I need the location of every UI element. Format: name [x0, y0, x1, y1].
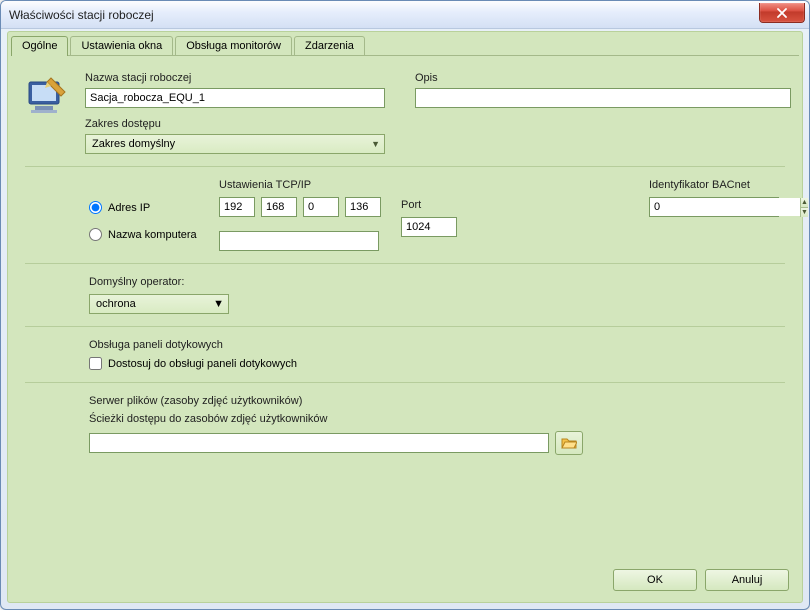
divider: [25, 326, 785, 327]
tab-general[interactable]: Ogólne: [11, 36, 68, 56]
radio-ip-label: Adres IP: [108, 202, 150, 214]
port-label: Port: [401, 199, 457, 211]
fileserver-path-label: Ścieżki dostępu do zasobów zdjęć użytkow…: [89, 413, 327, 425]
ok-button[interactable]: OK: [613, 569, 697, 591]
dialog-window: Właściwości stacji roboczej Ogólne Ustaw…: [0, 0, 810, 610]
browse-button[interactable]: [555, 431, 583, 455]
tabstrip: Ogólne Ustawienia okna Obsługa monitorów…: [8, 32, 802, 55]
tab-window-settings[interactable]: Ustawienia okna: [70, 36, 173, 56]
chevron-down-icon: ▼: [371, 139, 380, 149]
desc-label: Opis: [415, 72, 791, 84]
port-input[interactable]: [401, 217, 457, 237]
hostname-input[interactable]: [219, 231, 379, 251]
radio-hostname-label: Nazwa komputera: [108, 229, 197, 241]
spinner-down-icon[interactable]: ▼: [801, 208, 808, 217]
window-title: Właściwości stacji roboczej: [9, 8, 154, 22]
chevron-down-icon: ▼: [213, 298, 224, 310]
scope-select[interactable]: Zakres domyślny ▼: [85, 134, 385, 154]
name-input[interactable]: [85, 88, 385, 108]
operator-select[interactable]: ochrona ▼: [89, 294, 229, 314]
fileserver-path-input[interactable]: [89, 433, 549, 453]
divider: [25, 382, 785, 383]
desc-input[interactable]: [415, 88, 791, 108]
spinner-up-icon[interactable]: ▲: [801, 198, 808, 208]
folder-icon: [561, 436, 577, 450]
titlebar: Właściwości stacji roboczej: [1, 1, 809, 29]
close-button[interactable]: [759, 3, 805, 23]
divider: [25, 166, 785, 167]
radio-hostname-input[interactable]: [89, 228, 102, 241]
fileserver-header: Serwer plików (zasoby zdjęć użytkowników…: [89, 395, 302, 407]
touch-checkbox-row[interactable]: Dostosuj do obsługi paneli dotykowych: [89, 357, 779, 370]
workstation-icon: [25, 72, 69, 120]
touch-checkbox-label: Dostosuj do obsługi paneli dotykowych: [108, 358, 297, 370]
radio-ip-input[interactable]: [89, 201, 102, 214]
ip-octet-4[interactable]: [345, 197, 381, 217]
tabpanel-general: Nazwa stacji roboczej Zakres dostępu Zak…: [11, 55, 799, 599]
touch-checkbox[interactable]: [89, 357, 102, 370]
ip-octet-2[interactable]: [261, 197, 297, 217]
radio-hostname[interactable]: Nazwa komputera: [89, 228, 219, 241]
bacnet-label: Identyfikator BACnet: [649, 179, 779, 191]
operator-label: Domyślny operator:: [89, 276, 184, 288]
touch-header: Obsługa paneli dotykowych: [89, 339, 223, 351]
tab-events[interactable]: Zdarzenia: [294, 36, 365, 56]
bacnet-spinner[interactable]: ▲ ▼: [649, 197, 779, 217]
name-label: Nazwa stacji roboczej: [85, 72, 385, 84]
scope-label: Zakres dostępu: [85, 118, 385, 130]
close-icon: [777, 8, 787, 18]
dialog-body: Ogólne Ustawienia okna Obsługa monitorów…: [7, 31, 803, 603]
operator-value: ochrona: [96, 298, 136, 310]
divider: [25, 263, 785, 264]
scope-value: Zakres domyślny: [92, 138, 175, 150]
radio-ip[interactable]: Adres IP: [89, 201, 219, 214]
bacnet-value[interactable]: [650, 198, 800, 216]
cancel-button[interactable]: Anuluj: [705, 569, 789, 591]
tab-monitors[interactable]: Obsługa monitorów: [175, 36, 292, 56]
ip-octet-3[interactable]: [303, 197, 339, 217]
tcp-label: Ustawienia TCP/IP: [219, 179, 381, 191]
ip-octet-1[interactable]: [219, 197, 255, 217]
